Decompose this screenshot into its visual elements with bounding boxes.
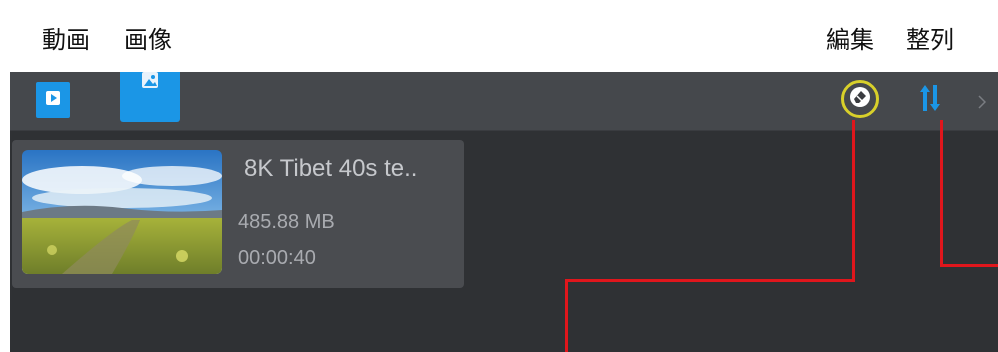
sort-arrows-icon <box>919 83 941 117</box>
panorama-thumbnail <box>22 150 222 274</box>
media-title: 8K Tibet 40s te.. <box>244 155 418 182</box>
annotation-video-label: 動画 <box>42 26 90 54</box>
edit-leader-line-vertical <box>852 120 855 282</box>
edit-leader-line-horizontal <box>565 279 855 282</box>
image-icon <box>141 72 159 93</box>
edit-leader-line-down <box>565 279 568 352</box>
sort-leader-line-horizontal <box>940 264 998 267</box>
edit-button[interactable] <box>841 80 879 118</box>
eraser-icon <box>849 86 871 112</box>
media-duration: 00:00:40 <box>238 247 316 269</box>
annotation-edit-label: 編集 <box>826 26 874 54</box>
image-tab-button[interactable] <box>120 72 180 122</box>
sort-leader-line-vertical <box>940 120 943 267</box>
chevron-right-icon <box>978 94 987 109</box>
annotation-image-label: 画像 <box>124 26 172 54</box>
media-file-size: 485.88 MB <box>238 211 335 233</box>
sort-button[interactable] <box>915 82 945 118</box>
annotation-sort-label: 整列 <box>906 26 954 54</box>
video-tab-button[interactable] <box>36 82 70 118</box>
media-library-panel: 8K Tibet 40s te.. 485.88 MB 00:00:40 <box>10 72 998 352</box>
screenshot-stage: 動画 画像 編集 整列 8K Tibet 40s te.. 485.88 MB … <box>0 0 998 352</box>
media-item-card[interactable]: 8K Tibet 40s te.. 485.88 MB 00:00:40 <box>12 140 464 288</box>
play-icon <box>45 90 61 110</box>
toolbar <box>10 72 998 131</box>
